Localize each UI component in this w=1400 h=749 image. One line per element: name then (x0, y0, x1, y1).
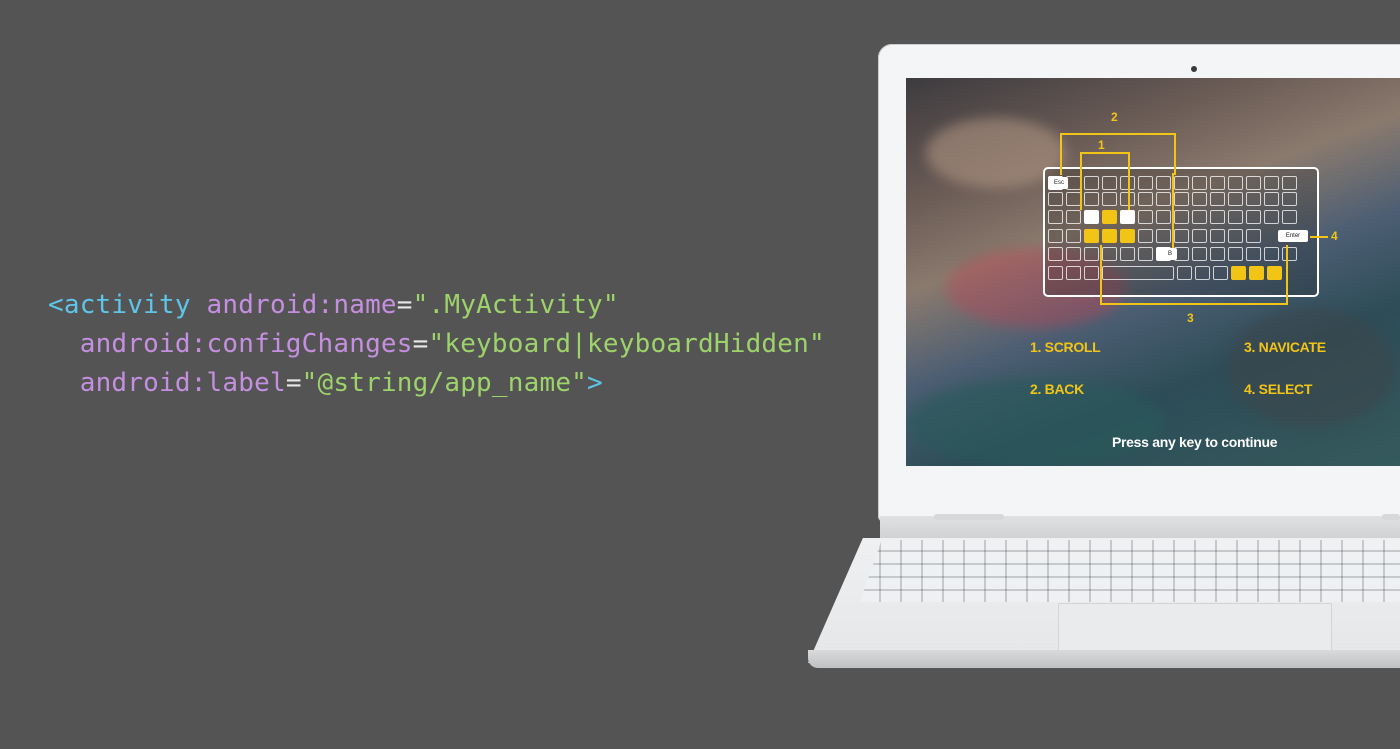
kb-key (1156, 192, 1171, 206)
kb-key (1264, 192, 1279, 206)
callout-2: 2 (1111, 110, 1118, 124)
kb-key (1084, 247, 1099, 261)
kb-key (1066, 229, 1081, 243)
callout-line-4 (1310, 236, 1328, 238)
kb-key (1246, 192, 1261, 206)
callout-line-1 (1080, 152, 1130, 210)
kb-key (1174, 210, 1189, 224)
kb-key (1138, 176, 1153, 190)
kb-key (1282, 210, 1297, 224)
kb-key (1048, 266, 1063, 280)
kb-key (1246, 210, 1261, 224)
kb-key (1066, 266, 1081, 280)
kb-row-4 (1048, 229, 1261, 243)
scene-ship (1226, 308, 1396, 428)
kb-key-s (1102, 229, 1117, 243)
callout-3: 3 (1187, 311, 1194, 325)
kb-key (1228, 192, 1243, 206)
legend-back: 2. BACK (1030, 381, 1084, 397)
kb-key (1174, 192, 1189, 206)
kb-key (1138, 210, 1153, 224)
kb-key (1066, 247, 1081, 261)
kb-key (1048, 210, 1063, 224)
kb-key (1174, 176, 1189, 190)
camera-icon (1191, 66, 1197, 72)
hinge-slot-left (934, 514, 1004, 520)
laptop-base-edge (808, 650, 1400, 668)
kb-key (1246, 176, 1261, 190)
kb-key (1192, 192, 1207, 206)
kb-key (1066, 176, 1081, 190)
kb-key (1156, 210, 1171, 224)
kb-key (1048, 247, 1063, 261)
kb-key (1210, 229, 1225, 243)
kb-key (1228, 229, 1243, 243)
kb-key (1192, 176, 1207, 190)
kb-key (1282, 176, 1297, 190)
kb-key-d (1120, 229, 1135, 243)
kb-key (1264, 210, 1279, 224)
press-any-key-prompt: Press any key to continue (1112, 434, 1278, 450)
laptop-trackpad (1058, 603, 1332, 653)
laptop-illustration: Esc Enter B 2 1 3 4 1. SCROLL 3. NAVICAT… (0, 0, 1400, 749)
kb-key (1048, 192, 1063, 206)
callout-4: 4 (1331, 229, 1338, 243)
callout-line-3 (1100, 245, 1288, 305)
kb-key (1228, 176, 1243, 190)
legend-navigate: 3. NAVICATE (1244, 339, 1326, 355)
kb-key (1192, 229, 1207, 243)
kb-key (1138, 229, 1153, 243)
kb-key-e (1120, 210, 1135, 224)
kb-key (1138, 192, 1153, 206)
kb-key-a (1084, 229, 1099, 243)
kb-key (1264, 176, 1279, 190)
kb-key (1192, 210, 1207, 224)
callout-1: 1 (1098, 138, 1105, 152)
kb-key (1084, 266, 1099, 280)
kb-key (1174, 229, 1189, 243)
kb-key (1228, 210, 1243, 224)
key-esc: Esc (1050, 177, 1068, 189)
hinge-slot-right (1382, 514, 1400, 520)
kb-key (1066, 192, 1081, 206)
kb-key-q (1084, 210, 1099, 224)
kb-key (1210, 210, 1225, 224)
laptop-keyboard (860, 540, 1400, 602)
legend-scroll: 1. SCROLL (1030, 339, 1101, 355)
kb-key (1156, 176, 1171, 190)
kb-key (1246, 229, 1261, 243)
kb-key (1210, 176, 1225, 190)
key-enter: Enter (1278, 230, 1308, 242)
legend-select: 4. SELECT (1244, 381, 1313, 397)
kb-key-w (1102, 210, 1117, 224)
kb-key (1282, 192, 1297, 206)
kb-key (1210, 192, 1225, 206)
kb-key (1156, 229, 1171, 243)
kb-key (1048, 229, 1063, 243)
kb-key (1066, 210, 1081, 224)
callout-line-2-drop (1172, 173, 1174, 248)
